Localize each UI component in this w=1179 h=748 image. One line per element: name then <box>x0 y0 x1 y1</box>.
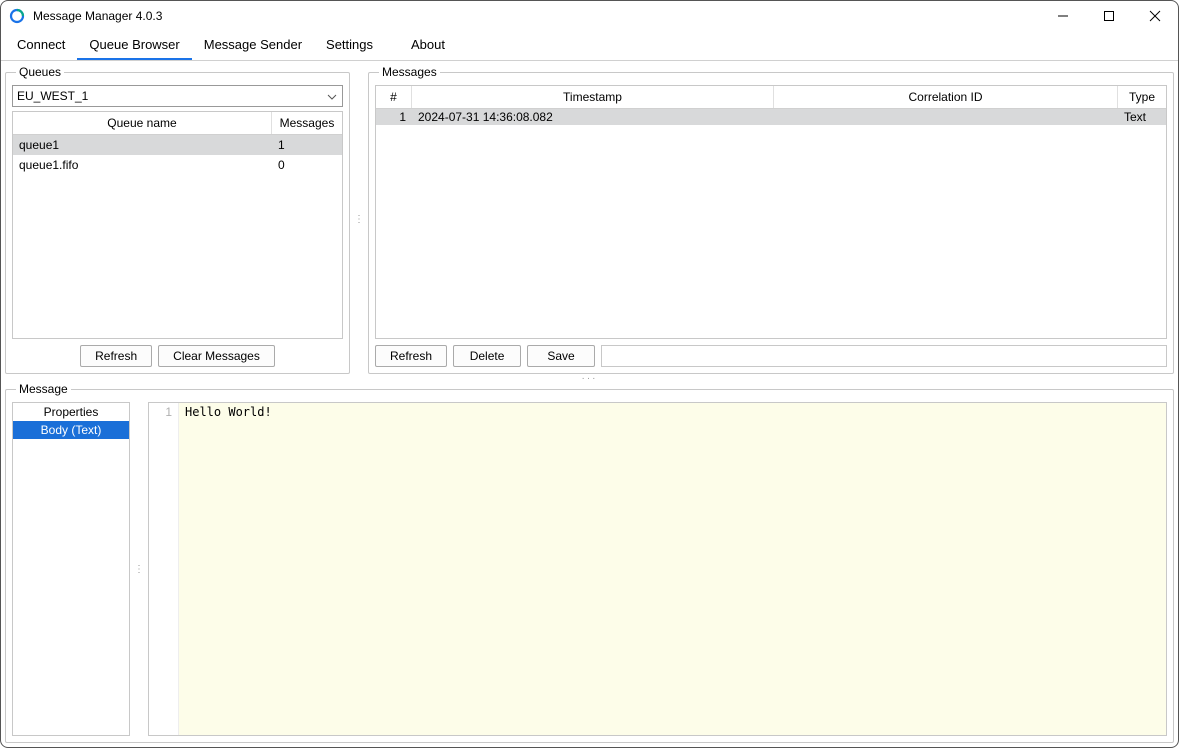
minimize-button[interactable] <box>1040 1 1086 31</box>
queue-row[interactable]: queue1.fifo 0 <box>13 155 342 175</box>
sidebar-item-body[interactable]: Body (Text) <box>13 421 129 439</box>
window-title: Message Manager 4.0.3 <box>33 9 1040 23</box>
app-icon <box>9 8 25 24</box>
messages-col-type[interactable]: Type <box>1118 86 1166 108</box>
queues-col-name[interactable]: Queue name <box>13 112 272 134</box>
messages-col-corr[interactable]: Correlation ID <box>774 86 1118 108</box>
app-window: Message Manager 4.0.3 Connect Queue Brow… <box>0 0 1179 748</box>
tab-connect[interactable]: Connect <box>5 31 77 60</box>
messages-toolbar-filler <box>601 345 1167 367</box>
tab-message-sender[interactable]: Message Sender <box>192 31 314 60</box>
tab-settings[interactable]: Settings <box>314 31 385 60</box>
vertical-splitter[interactable] <box>356 65 362 374</box>
sidebar-item-properties[interactable]: Properties <box>13 403 129 421</box>
messages-panel: Messages # Timestamp Correlation ID Type… <box>368 65 1174 374</box>
message-detail-panel: Message Properties Body (Text) 1 Hello W… <box>5 382 1174 743</box>
messages-table: # Timestamp Correlation ID Type 1 2024-0… <box>375 85 1167 339</box>
message-editor[interactable]: 1 Hello World! <box>148 402 1167 736</box>
line-number: 1 <box>149 405 172 419</box>
queues-col-messages[interactable]: Messages <box>272 112 342 134</box>
queue-row[interactable]: queue1 1 <box>13 135 342 155</box>
delete-message-button[interactable]: Delete <box>453 345 521 367</box>
refresh-messages-button[interactable]: Refresh <box>375 345 447 367</box>
refresh-queues-button[interactable]: Refresh <box>80 345 152 367</box>
messages-col-timestamp[interactable]: Timestamp <box>412 86 774 108</box>
titlebar: Message Manager 4.0.3 <box>1 1 1178 31</box>
message-row[interactable]: 1 2024-07-31 14:36:08.082 Text <box>376 109 1166 125</box>
tab-about[interactable]: About <box>399 31 457 60</box>
queues-table: Queue name Messages queue1 1 queue1.fifo… <box>12 111 343 339</box>
messages-col-num[interactable]: # <box>376 86 412 108</box>
horizontal-splitter[interactable] <box>1 374 1178 382</box>
clear-messages-button[interactable]: Clear Messages <box>158 345 275 367</box>
menubar: Connect Queue Browser Message Sender Set… <box>1 31 1178 61</box>
editor-content[interactable]: Hello World! <box>179 403 1166 735</box>
message-vertical-splitter[interactable] <box>136 402 142 736</box>
message-sidebar: Properties Body (Text) <box>12 402 130 736</box>
editor-gutter: 1 <box>149 403 179 735</box>
message-legend: Message <box>16 382 71 396</box>
close-button[interactable] <box>1132 1 1178 31</box>
save-message-button[interactable]: Save <box>527 345 595 367</box>
tab-queue-browser[interactable]: Queue Browser <box>77 31 191 60</box>
maximize-button[interactable] <box>1086 1 1132 31</box>
queues-panel: Queues EU_WEST_1 Queue name Messages que… <box>5 65 350 374</box>
messages-legend: Messages <box>379 65 440 79</box>
region-select[interactable]: EU_WEST_1 <box>12 85 343 107</box>
queues-legend: Queues <box>16 65 64 79</box>
